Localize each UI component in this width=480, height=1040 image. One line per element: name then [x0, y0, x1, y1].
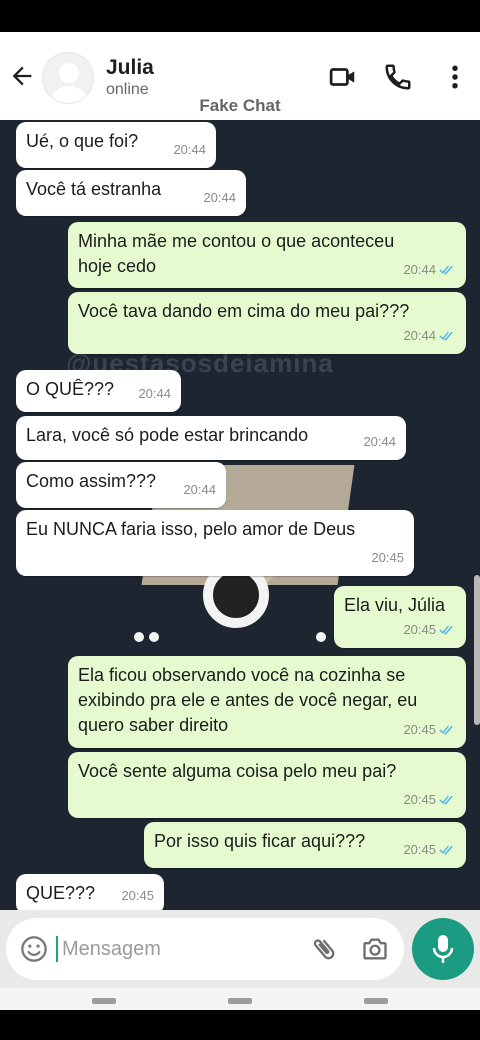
camera-icon[interactable]: [360, 935, 390, 963]
message-text: Lara, você só pode estar brincando: [26, 425, 309, 445]
outgoing-message[interactable]: Minha mãe me contou o que aconteceu hoje…: [68, 222, 466, 288]
watermark-dot: [134, 632, 144, 642]
message-meta: 20:45: [403, 837, 456, 862]
message-meta: 20:44: [183, 477, 216, 502]
message-meta: 20:44: [138, 381, 171, 406]
read-receipt-icon: [439, 795, 453, 805]
watermark-dot: [316, 632, 326, 642]
message-time: 20:44: [138, 386, 171, 401]
outgoing-message[interactable]: Você sente alguma coisa pelo meu pai? 20:…: [68, 752, 466, 818]
message-time: 20:44: [183, 482, 216, 497]
outgoing-message[interactable]: Você tava dando em cima do meu pai??? 20:…: [68, 292, 466, 354]
watermark-dot: [149, 632, 159, 642]
message-time: 20:45: [403, 792, 436, 807]
outgoing-message[interactable]: Ela ficou observando você na cozinha se …: [68, 656, 466, 748]
message-text: Você tava dando em cima do meu pai???: [78, 301, 410, 321]
message-meta: 20:44: [403, 323, 456, 348]
incoming-message[interactable]: O QUÊ??? 20:44: [16, 370, 181, 412]
scrollbar[interactable]: [474, 575, 480, 725]
message-input[interactable]: [62, 932, 302, 966]
message-text: Ela ficou observando você na cozinha se …: [78, 665, 418, 735]
fake-chat-label: Fake Chat: [199, 96, 281, 115]
chat-area[interactable]: @uestasosdeiamina Ué, o que foi? 20:44 Voc…: [0, 120, 480, 910]
back-arrow-icon[interactable]: [8, 62, 36, 90]
recents-hint[interactable]: [92, 998, 116, 1004]
incoming-message[interactable]: Eu NUNCA faria isso, pelo amor de Deus 20…: [16, 510, 414, 576]
message-time: 20:44: [173, 142, 206, 157]
message-text: Eu NUNCA faria isso, pelo amor de Deus: [26, 519, 356, 539]
incoming-message[interactable]: Ué, o que foi? 20:44: [16, 122, 216, 168]
read-receipt-icon: [439, 331, 453, 341]
message-time: 20:44: [363, 434, 396, 449]
contact-name[interactable]: Julia: [106, 56, 154, 80]
message-meta: 20:44: [203, 185, 236, 210]
message-meta: 20:44: [403, 257, 456, 282]
incoming-message[interactable]: QUE??? 20:45: [16, 874, 164, 910]
message-time: 20:45: [403, 842, 436, 857]
home-hint[interactable]: [228, 998, 252, 1004]
incoming-message[interactable]: Você tá estranha 20:44: [16, 170, 246, 216]
screen-bottom-edge: [0, 1010, 480, 1040]
phone-call-icon[interactable]: [383, 62, 413, 92]
composer: [0, 910, 480, 988]
message-meta: 20:44: [363, 429, 396, 454]
read-receipt-icon: [439, 265, 453, 275]
attach-icon[interactable]: [310, 935, 338, 963]
message-time: 20:45: [121, 888, 154, 903]
message-input-box[interactable]: [6, 918, 404, 980]
message-text: Você sente alguma coisa pelo meu pai?: [78, 761, 397, 781]
message-text: Ela viu, Júlia: [344, 595, 446, 615]
message-meta: 20:45: [121, 883, 154, 908]
outgoing-message[interactable]: Ela viu, Júlia 20:45: [334, 586, 466, 648]
message-time: 20:45: [403, 722, 436, 737]
microphone-icon: [432, 935, 454, 963]
microphone-button[interactable]: [412, 918, 474, 980]
more-options-icon[interactable]: [440, 62, 470, 92]
outgoing-message[interactable]: Por isso quis ficar aqui??? 20:45: [144, 822, 466, 868]
emoji-icon[interactable]: [20, 935, 48, 963]
message-meta: 20:45: [403, 787, 456, 812]
text-cursor: [56, 936, 58, 962]
chat-header: Julia online Fake Chat: [0, 32, 480, 120]
read-receipt-icon: [439, 625, 453, 635]
message-text: Minha mãe me contou o que aconteceu hoje…: [78, 231, 395, 276]
message-time: 20:44: [403, 262, 436, 277]
incoming-message[interactable]: Como assim??? 20:44: [16, 462, 226, 508]
message-time: 20:45: [371, 550, 404, 565]
video-call-icon[interactable]: [328, 62, 358, 92]
read-receipt-icon: [439, 845, 453, 855]
message-time: 20:44: [203, 190, 236, 205]
message-meta: 20:45: [371, 545, 404, 570]
message-meta: 20:45: [403, 717, 456, 742]
message-meta: 20:44: [173, 137, 206, 162]
incoming-message[interactable]: Lara, você só pode estar brincando 20:44: [16, 416, 406, 460]
message-meta: 20:45: [403, 617, 456, 642]
read-receipt-icon: [439, 725, 453, 735]
status-bar: [0, 0, 480, 32]
message-time: 20:45: [403, 622, 436, 637]
back-hint[interactable]: [364, 998, 388, 1004]
message-time: 20:44: [403, 328, 436, 343]
